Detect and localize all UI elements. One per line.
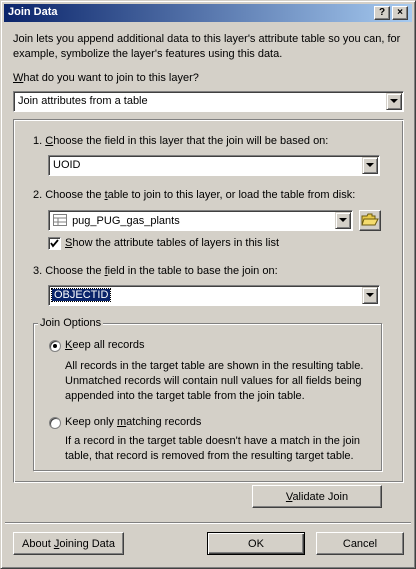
show-tables-label[interactable]: Show the attribute tables of layers in t… — [65, 237, 279, 249]
divider — [5, 522, 411, 524]
keep-all-label[interactable]: Keep all records — [65, 339, 145, 351]
chevron-down-icon[interactable] — [362, 287, 378, 304]
table-icon — [53, 214, 67, 226]
chevron-down-icon[interactable] — [386, 93, 402, 110]
keep-all-radio[interactable] — [49, 340, 61, 352]
join-table-dropdown[interactable]: pug_PUG_gas_plants — [48, 210, 353, 231]
join-data-dialog: Join Data ? × Join lets you append addit… — [0, 0, 416, 569]
keep-matching-radio[interactable] — [49, 417, 61, 429]
about-joining-data-button[interactable]: About Joining Data — [13, 532, 124, 555]
join-type-dropdown[interactable]: Join attributes from a table — [13, 91, 404, 112]
close-button[interactable]: × — [392, 6, 408, 20]
open-table-button[interactable] — [359, 210, 381, 231]
help-button[interactable]: ? — [374, 6, 390, 20]
layer-field-dropdown[interactable]: UOID — [48, 155, 380, 176]
folder-open-icon — [361, 213, 379, 226]
chevron-down-icon[interactable] — [335, 212, 351, 229]
join-question-label: What do you want to join to this layer? — [13, 72, 199, 84]
cancel-button[interactable]: Cancel — [316, 532, 404, 555]
validate-join-button[interactable]: Validate Join — [252, 485, 382, 508]
show-tables-checkbox[interactable] — [48, 237, 61, 250]
window-title: Join Data — [8, 6, 58, 18]
checkmark-icon — [50, 239, 59, 248]
title-bar: Join Data ? × — [4, 4, 412, 22]
join-options-legend: Join Options — [38, 317, 104, 329]
join-field-value: OBJECTID — [50, 288, 112, 302]
join-field-dropdown[interactable]: OBJECTID — [48, 285, 380, 306]
intro-text: Join lets you append additional data to … — [13, 33, 401, 60]
keep-matching-description: If a record in the target table doesn't … — [65, 435, 361, 462]
chevron-down-icon[interactable] — [362, 157, 378, 174]
layer-field-value: UOID — [53, 159, 81, 171]
step2-label: 2. Choose the table to join to this laye… — [33, 189, 356, 201]
join-type-value: Join attributes from a table — [18, 95, 148, 107]
keep-all-description: All records in the target table are show… — [65, 360, 364, 402]
step3-label: 3. Choose the field in the table to base… — [33, 265, 278, 277]
join-table-value: pug_PUG_gas_plants — [72, 215, 180, 227]
ok-button[interactable]: OK — [207, 532, 305, 555]
step1-label: 1. Choose the field in this layer that t… — [33, 135, 329, 147]
keep-matching-label[interactable]: Keep only matching records — [65, 416, 201, 428]
